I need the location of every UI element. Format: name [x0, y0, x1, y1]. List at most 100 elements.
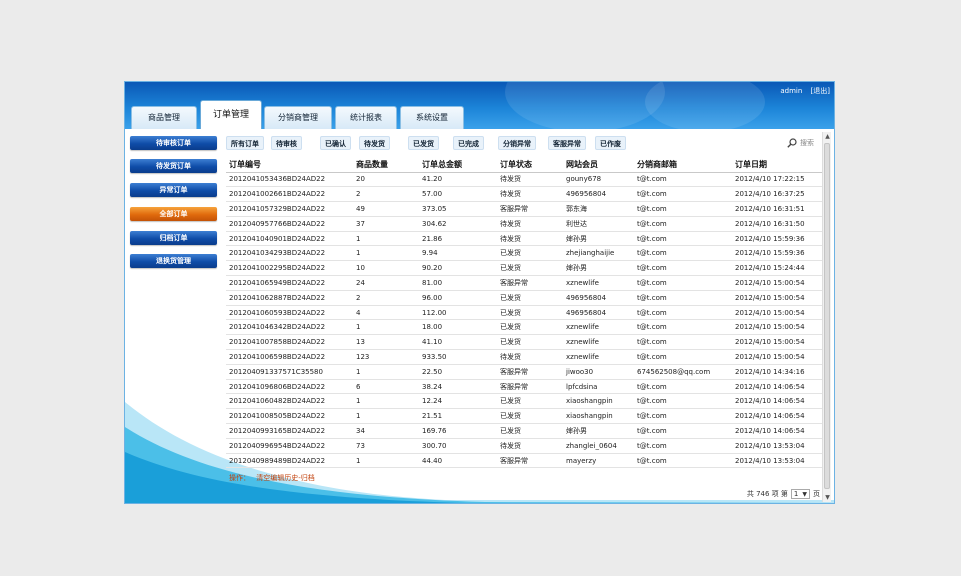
table-cell: 57.00: [419, 186, 497, 203]
table-cell: 2012041007858BD24AD22: [226, 334, 353, 351]
tab-order-management[interactable]: 订单管理: [200, 100, 262, 129]
table-cell: t@t.com: [634, 438, 732, 454]
table-cell: 2012041060593BD24AD22: [226, 305, 353, 321]
table-cell: 44.40: [419, 453, 497, 469]
table-row[interactable]: 2012041008505BD24AD22 1 21.51 已发货 xiaoshangp…: [226, 408, 822, 425]
table-cell: t@t.com: [634, 245, 732, 262]
table-row[interactable]: 2012041062887BD24AD22 2 96.00 已发货 496956804 t…: [226, 290, 822, 306]
table-cell: 1: [353, 393, 419, 410]
table-cell: 婶孙男: [563, 231, 634, 247]
table-row[interactable]: 2012041002661BD24AD22 2 57.00 待发货 496956804 t…: [226, 186, 822, 203]
table-cell: 18.00: [419, 319, 497, 336]
table-cell: 933.50: [419, 349, 497, 365]
table-cell: t@t.com: [634, 379, 732, 395]
table-row[interactable]: 2012041002295BD24AD22 10 90.20 已发货 婶孙男 t@t.co…: [226, 260, 822, 277]
table-cell: t@t.com: [634, 201, 732, 217]
scroll-up-icon[interactable]: ▲: [823, 132, 832, 141]
table-cell: 已发货: [497, 245, 563, 262]
sidebar-archived-orders[interactable]: 归档订单: [130, 231, 217, 245]
table-cell: t@t.com: [634, 275, 732, 291]
table-row[interactable]: 2012040989489BD24AD22 1 44.40 客服异常 mayerzy t@…: [226, 453, 822, 469]
table-cell: 2012/4/10 16:37:25: [732, 186, 822, 203]
filter-button[interactable]: 客服异常: [548, 136, 586, 150]
operations-bar: 操作： 清空编辑历史-归档: [229, 473, 315, 483]
sidebar-pending-shipment[interactable]: 待发货订单: [130, 159, 217, 173]
tab-product-management[interactable]: 商品管理: [131, 106, 197, 129]
table-cell: t@t.com: [634, 172, 732, 188]
filter-button[interactable]: 分销异常: [498, 136, 536, 150]
table-row[interactable]: 2012041053436BD24AD22 20 41.20 待发货 gouny678 t…: [226, 172, 822, 188]
table-cell: 客服异常: [497, 201, 563, 217]
table-row[interactable]: 2012041007858BD24AD22 13 41.10 已发货 xznewlife…: [226, 334, 822, 351]
table-row[interactable]: 201204091337571C35580 1 22.50 客服异常 jiwoo30 67…: [226, 364, 822, 380]
logout-link[interactable]: [退出]: [811, 87, 830, 95]
filter-button[interactable]: 已发货: [408, 136, 439, 150]
table-cell: 373.05: [419, 201, 497, 217]
table-row[interactable]: 2012041006598BD24AD22 123 933.50 待发货 xznewli…: [226, 349, 822, 365]
table-row[interactable]: 2012041040901BD24AD22 1 21.86 待发货 婶孙男 t@t.com…: [226, 231, 822, 247]
table-cell: 2012040957766BD24AD22: [226, 216, 353, 232]
tab-system-settings[interactable]: 系统设置: [400, 106, 464, 129]
table-cell: 2012041006598BD24AD22: [226, 349, 353, 365]
sidebar-all-orders[interactable]: 全部订单: [130, 207, 217, 221]
table-cell: 婶孙男: [563, 260, 634, 277]
table-cell: t@t.com: [634, 216, 732, 232]
sidebar-returns-management[interactable]: 退换货管理: [130, 254, 217, 268]
column-header: 订单总金额: [419, 158, 497, 173]
tab-statistics-reports[interactable]: 统计报表: [335, 106, 397, 129]
table-row[interactable]: 2012040957766BD24AD22 37 304.62 待发货 利世达 t@t.c…: [226, 216, 822, 232]
table-row[interactable]: 2012041096806BD24AD22 6 38.24 客服异常 lpfcdsina…: [226, 379, 822, 395]
search-control[interactable]: 搜索: [787, 138, 814, 148]
filter-button[interactable]: 所有订单: [226, 136, 264, 150]
sidebar-pending-review[interactable]: 待审核订单: [130, 136, 217, 150]
filter-button[interactable]: 待发货: [359, 136, 390, 150]
chevron-down-icon: ▼: [802, 490, 807, 498]
table-cell: 2012/4/10 15:00:54: [732, 290, 822, 306]
page-select[interactable]: 1 ▼: [790, 489, 810, 499]
table-cell: xznewlife: [563, 275, 634, 291]
table-cell: 300.70: [419, 438, 497, 454]
table-cell: 21.51: [419, 408, 497, 425]
table-cell: 已发货: [497, 260, 563, 277]
table-row[interactable]: 2012041034293BD24AD22 1 9.94 已发货 zhejianghai…: [226, 245, 822, 262]
table-cell: 1: [353, 319, 419, 336]
scrollbar-thumb[interactable]: [824, 143, 830, 489]
filter-button[interactable]: 已作废: [595, 136, 626, 150]
table-cell: 已发货: [497, 319, 563, 336]
table-cell: 2012/4/10 13:53:04: [732, 438, 822, 454]
table-cell: 2012/4/10 15:00:54: [732, 349, 822, 365]
vertical-scrollbar[interactable]: ▲ ▼: [822, 132, 831, 502]
filter-button[interactable]: 待审核: [271, 136, 302, 150]
table-cell: 2012/4/10 15:00:54: [732, 334, 822, 351]
table-row[interactable]: 2012041060593BD24AD22 4 112.00 已发货 496956804…: [226, 305, 822, 321]
table-cell: 郭东海: [563, 201, 634, 217]
table-cell: 34: [353, 423, 419, 439]
table-cell: 待发货: [497, 216, 563, 232]
table-cell: 123: [353, 349, 419, 365]
filter-button[interactable]: 已完成: [453, 136, 484, 150]
pagination-suffix: 页: [813, 490, 820, 498]
table-cell: 2012/4/10 13:53:04: [732, 453, 822, 469]
table-cell: t@t.com: [634, 334, 732, 351]
column-header: 订单状态: [497, 158, 563, 173]
table-cell: 2012/4/10 15:00:54: [732, 319, 822, 336]
table-row[interactable]: 2012041057329BD24AD22 49 373.05 客服异常 郭东海 t@t.…: [226, 201, 822, 217]
table-row[interactable]: 2012040993165BD24AD22 34 169.76 已发货 婶孙男 t@t.c…: [226, 423, 822, 439]
tab-distributor-management[interactable]: 分销商管理: [264, 106, 332, 129]
table-row[interactable]: 2012040996954BD24AD22 73 300.70 待发货 zhanglei…: [226, 438, 822, 454]
clear-edit-history-archive-link[interactable]: 清空编辑历史-归档: [256, 474, 315, 482]
table-cell: 待发货: [497, 349, 563, 365]
table-body: 2012041053436BD24AD22 20 41.20 待发货 gouny678 t…: [226, 172, 822, 469]
filter-button[interactable]: 已确认: [320, 136, 351, 150]
table-row[interactable]: 2012041065949BD24AD22 24 81.00 客服异常 xznewlif…: [226, 275, 822, 291]
table-row[interactable]: 2012041046342BD24AD22 1 18.00 已发货 xznewlife t…: [226, 319, 822, 336]
table-row[interactable]: 2012041060482BD24AD22 1 12.24 已发货 xiaoshangp…: [226, 393, 822, 410]
table-cell: 客服异常: [497, 275, 563, 291]
table-cell: 9.94: [419, 245, 497, 262]
table-cell: 2012041046342BD24AD22: [226, 319, 353, 336]
sidebar-abnormal-orders[interactable]: 异常订单: [130, 183, 217, 197]
table-cell: 496956804: [563, 186, 634, 203]
table-cell: t@t.com: [634, 290, 732, 306]
table-cell: jiwoo30: [563, 364, 634, 380]
scroll-down-icon[interactable]: ▼: [823, 493, 832, 502]
